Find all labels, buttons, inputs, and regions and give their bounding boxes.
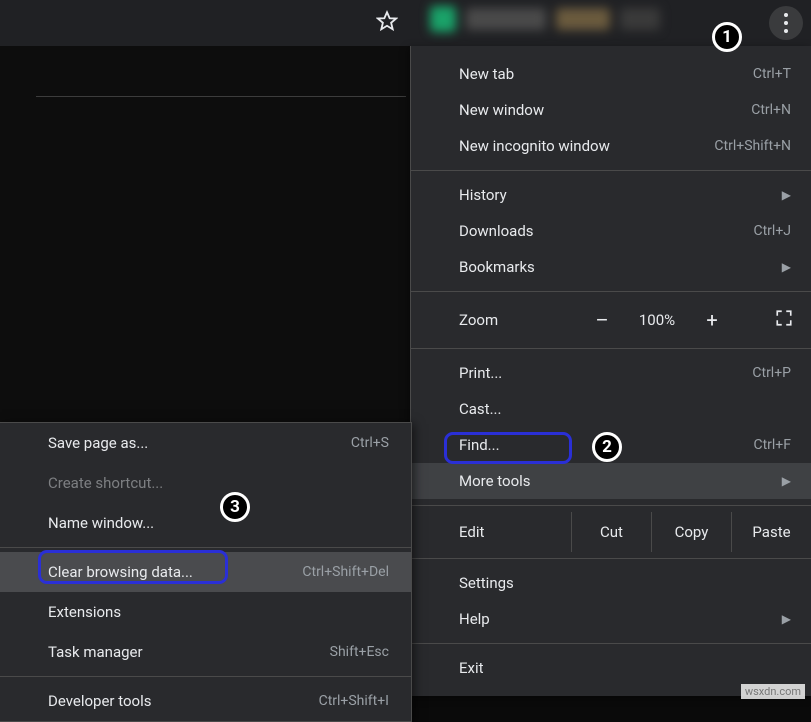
watermark: wsxdn.com [741,684,805,699]
menu-new-incognito[interactable]: New incognito window Ctrl+Shift+N [411,128,811,164]
chevron-right-icon: ▶ [782,188,791,202]
menu-downloads[interactable]: Downloads Ctrl+J [411,213,811,249]
submenu-label: Clear browsing data... [48,563,193,581]
page-divider [36,96,406,97]
menu-label: New tab [459,65,514,83]
submenu-label: Create shortcut... [48,474,163,492]
menu-label: Zoom [459,311,579,329]
menu-shortcut: Ctrl+N [751,102,791,118]
submenu-label: Name window... [48,514,154,532]
menu-label: Bookmarks [459,258,535,276]
submenu-developer-tools[interactable]: Developer tools Ctrl+Shift+I [0,681,411,721]
toolbar-blurred-area [430,6,750,38]
submenu-label: Developer tools [48,692,151,710]
menu-zoom-row: Zoom – 100% + [411,298,811,342]
submenu-separator [0,676,411,677]
address-bar [0,0,410,46]
menu-settings[interactable]: Settings [411,565,811,601]
menu-separator [411,643,811,644]
menu-shortcut: Ctrl+P [752,365,791,381]
menu-exit[interactable]: Exit [411,650,811,686]
submenu-shortcut: Ctrl+Shift+I [319,693,389,709]
chevron-right-icon: ▶ [782,474,791,488]
submenu-shortcut: Shift+Esc [330,644,389,660]
menu-bookmarks[interactable]: Bookmarks ▶ [411,249,811,285]
menu-separator [411,348,811,349]
star-icon[interactable] [376,10,398,36]
fullscreen-icon[interactable] [775,309,793,331]
more-tools-submenu: Save page as... Ctrl+S Create shortcut..… [0,422,412,722]
menu-shortcut: Ctrl+Shift+N [714,138,791,154]
submenu-shortcut: Ctrl+S [351,435,389,451]
menu-separator [411,505,811,506]
menu-new-tab[interactable]: New tab Ctrl+T [411,56,811,92]
menu-separator [411,291,811,292]
chevron-right-icon: ▶ [782,612,791,626]
submenu-label: Save page as... [48,434,148,452]
edit-cut-button[interactable]: Cut [571,512,651,552]
menu-label: New incognito window [459,137,610,155]
menu-label: New window [459,101,544,119]
chevron-right-icon: ▶ [782,260,791,274]
menu-history[interactable]: History ▶ [411,177,811,213]
submenu-label: Extensions [48,603,121,621]
menu-separator [411,558,811,559]
menu-label: More tools [459,472,531,490]
chrome-main-menu: New tab Ctrl+T New window Ctrl+N New inc… [410,46,811,696]
menu-label: Edit [459,523,571,541]
menu-edit-row: Edit Cut Copy Paste [411,512,811,552]
menu-separator [411,170,811,171]
zoom-out-button[interactable]: – [579,308,625,332]
menu-label: Downloads [459,222,534,240]
edit-paste-button[interactable]: Paste [731,512,811,552]
submenu-clear-browsing-data[interactable]: Clear browsing data... Ctrl+Shift+Del [0,552,411,592]
menu-label: Find... [459,436,500,454]
chrome-menu-button[interactable] [769,6,803,40]
menu-label: Settings [459,574,514,592]
menu-help[interactable]: Help ▶ [411,601,811,637]
menu-more-tools[interactable]: More tools ▶ [411,463,811,499]
submenu-create-shortcut: Create shortcut... [0,463,411,503]
menu-print[interactable]: Print... Ctrl+P [411,355,811,391]
menu-shortcut: Ctrl+J [753,223,791,239]
zoom-in-button[interactable]: + [689,308,735,332]
menu-label: Cast... [459,400,501,418]
menu-shortcut: Ctrl+F [753,437,791,453]
submenu-label: Task manager [48,643,143,661]
menu-label: History [459,186,507,204]
step-badge-3: 3 [220,492,250,522]
menu-label: Print... [459,364,502,382]
submenu-shortcut: Ctrl+Shift+Del [302,564,389,580]
submenu-separator [0,547,411,548]
edit-copy-button[interactable]: Copy [651,512,731,552]
menu-shortcut: Ctrl+T [753,66,791,82]
menu-label: Help [459,610,490,628]
submenu-task-manager[interactable]: Task manager Shift+Esc [0,632,411,672]
zoom-percent: 100% [625,311,689,329]
submenu-name-window[interactable]: Name window... [0,503,411,543]
menu-cast[interactable]: Cast... [411,391,811,427]
submenu-extensions[interactable]: Extensions [0,592,411,632]
step-badge-2: 2 [592,432,622,462]
menu-label: Exit [459,659,484,677]
step-badge-1: 1 [712,22,742,52]
more-vert-icon [784,11,788,35]
submenu-save-page[interactable]: Save page as... Ctrl+S [0,423,411,463]
menu-new-window[interactable]: New window Ctrl+N [411,92,811,128]
